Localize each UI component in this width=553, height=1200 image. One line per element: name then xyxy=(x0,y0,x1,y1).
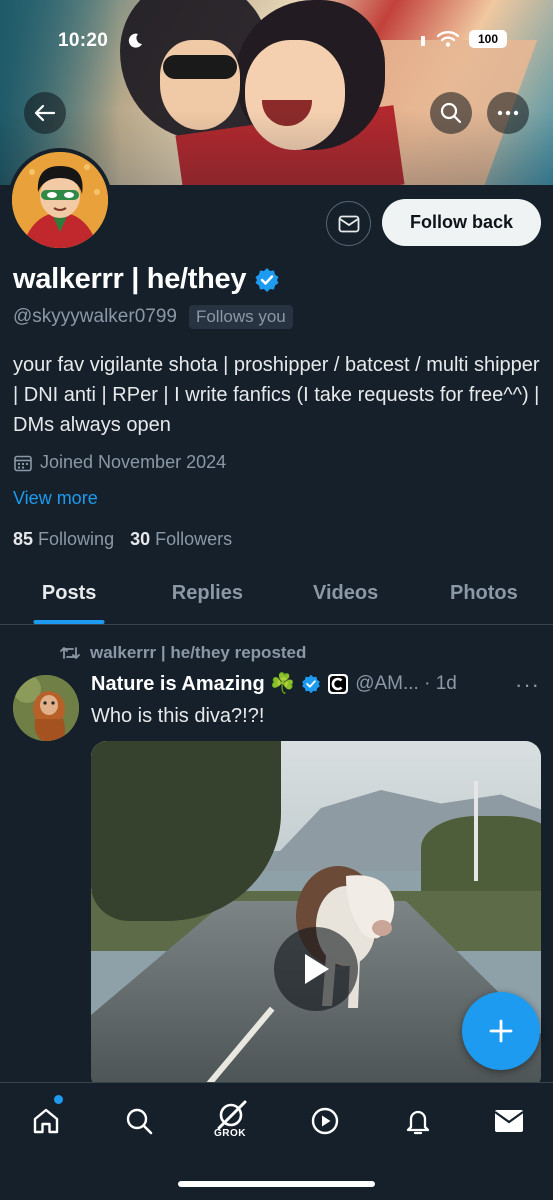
home-icon xyxy=(33,1108,59,1134)
calendar-icon xyxy=(14,455,32,471)
view-more-link[interactable]: View more xyxy=(13,488,98,509)
bell-icon xyxy=(406,1110,430,1135)
nav-home[interactable] xyxy=(24,1099,68,1143)
repost-indicator: walkerrr | he/they reposted xyxy=(60,643,306,663)
search-button[interactable] xyxy=(430,92,472,134)
verified-badge-icon[interactable] xyxy=(254,267,280,293)
profile-handle: @skyyywalker0799 xyxy=(13,306,177,327)
nav-video[interactable] xyxy=(303,1099,347,1143)
tab-photos[interactable]: Photos xyxy=(415,566,553,624)
profile-tabs: Posts Replies Videos Photos xyxy=(0,566,553,625)
envelope-icon xyxy=(338,215,359,232)
wifi-icon xyxy=(437,31,459,47)
nav-search[interactable] xyxy=(117,1099,161,1143)
repost-icon xyxy=(60,647,80,659)
message-button[interactable] xyxy=(326,201,371,246)
affiliate-badge-icon xyxy=(328,673,349,694)
more-options-button[interactable] xyxy=(487,92,529,134)
grok-label: GROK xyxy=(214,1128,246,1139)
video-play-icon xyxy=(311,1107,339,1135)
post-text: Who is this diva?!?! xyxy=(91,705,265,727)
post-author-avatar[interactable] xyxy=(13,675,79,741)
search-icon xyxy=(126,1108,153,1135)
post-handle-time: @AM... · 1d xyxy=(355,672,457,694)
profile-bio: your fav vigilante shota | proshipper / … xyxy=(13,354,540,436)
repost-label[interactable]: walkerrr | he/they reposted xyxy=(90,643,306,663)
tab-videos[interactable]: Videos xyxy=(277,566,415,624)
following-stat[interactable]: 85 Following xyxy=(13,529,114,550)
post-header: Nature is Amazing ☘️ @AM... · 1d xyxy=(91,671,457,696)
joined-text: Joined November 2024 xyxy=(40,452,227,472)
post-author-name[interactable]: Nature is Amazing ☘️ xyxy=(91,671,295,696)
moon-icon xyxy=(128,33,142,48)
play-button[interactable] xyxy=(274,927,358,1011)
home-indicator[interactable] xyxy=(178,1181,375,1187)
status-indicators: 100 xyxy=(419,30,507,48)
signal-icon xyxy=(421,36,425,46)
tab-replies[interactable]: Replies xyxy=(138,566,276,624)
new-activity-dot xyxy=(54,1095,63,1104)
followers-stat[interactable]: 30 Followers xyxy=(130,529,232,550)
search-icon xyxy=(440,102,462,124)
display-name: walkerrr | he/they xyxy=(13,263,247,295)
post-more-button[interactable]: ··· xyxy=(515,672,540,698)
follow-back-button[interactable]: Follow back xyxy=(382,199,541,246)
battery-icon: 100 xyxy=(469,30,507,48)
nav-notifications[interactable] xyxy=(396,1099,440,1143)
verified-badge-icon xyxy=(302,674,321,693)
back-button[interactable] xyxy=(24,92,66,134)
mail-icon xyxy=(494,1110,524,1132)
plus-icon xyxy=(489,1019,513,1043)
follow-stats: 85 Following 30 Followers xyxy=(13,529,232,550)
display-name-row: walkerrr | he/they xyxy=(13,263,280,296)
joined-date: Joined November 2024 xyxy=(13,452,226,473)
arrow-left-icon xyxy=(34,104,56,122)
handle-row: @skyyywalker0799 Follows you xyxy=(13,305,293,329)
avatar-image xyxy=(12,152,108,248)
nav-messages[interactable] xyxy=(487,1099,531,1143)
tab-posts[interactable]: Posts xyxy=(0,566,138,624)
profile-avatar[interactable] xyxy=(8,148,112,252)
compose-post-button[interactable] xyxy=(462,992,540,1070)
status-time: 10:20 xyxy=(58,30,109,51)
orangutan-avatar-image xyxy=(13,675,79,741)
more-horizontal-icon xyxy=(497,110,519,116)
play-icon xyxy=(305,954,329,984)
follows-you-badge: Follows you xyxy=(188,305,293,329)
